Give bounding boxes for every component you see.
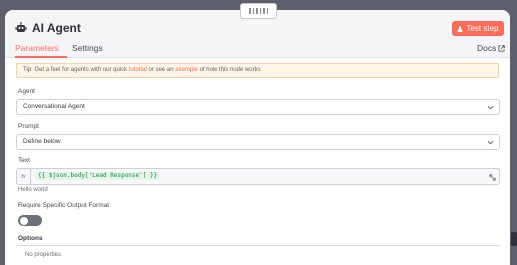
text-label: Text: [18, 157, 30, 164]
robot-icon: [15, 22, 27, 32]
expression-value: {{ $json.body['Lead Response'] }}: [36, 172, 160, 180]
chevron-down-icon: [487, 105, 494, 110]
active-tab-indicator: [15, 56, 67, 58]
node-panel: AI Agent Test step Parameters Settings D…: [5, 10, 510, 265]
tip-banner: Tip: Get a feel for agents with our quic…: [16, 63, 499, 78]
tip-prefix: Tip: Get a feel for agents with our quic…: [23, 67, 129, 73]
tip-middle: or see an: [146, 67, 176, 73]
prompt-select-value: Define below: [23, 138, 61, 145]
expand-icon[interactable]: [489, 174, 496, 181]
prompt-select[interactable]: Define below: [16, 134, 500, 150]
options-heading: Options: [18, 235, 43, 242]
toggle-knob: [19, 216, 28, 225]
drag-handle[interactable]: [240, 3, 277, 19]
agent-label: Agent: [18, 88, 35, 95]
no-properties-text: No properties: [25, 252, 62, 258]
options-divider: [16, 245, 500, 246]
output-format-label: Require Specific Output Format: [18, 202, 110, 209]
flask-icon: [457, 26, 464, 32]
agent-select-value: Conversational Agent: [23, 103, 85, 110]
docs-label: Docs: [477, 43, 497, 53]
tutorial-link[interactable]: tutorial: [129, 67, 147, 73]
agent-select[interactable]: Conversational Agent: [16, 99, 500, 115]
chevron-down-icon: [487, 140, 494, 145]
fx-icon: fx: [17, 169, 31, 184]
node-title: AI Agent: [32, 21, 81, 35]
docs-link[interactable]: Docs: [477, 43, 506, 53]
tab-parameters[interactable]: Parameters: [15, 43, 59, 53]
text-expression-input[interactable]: fx {{ $json.body['Lead Response'] }}: [16, 168, 500, 185]
prompt-label: Prompt: [18, 123, 39, 130]
scrollbar[interactable]: [511, 232, 517, 246]
tip-suffix: of how this node works: [197, 67, 261, 73]
example-link[interactable]: example: [175, 67, 198, 73]
expression-result-hint: Hello world: [18, 187, 48, 193]
external-link-icon: [498, 44, 506, 52]
test-step-button[interactable]: Test step: [452, 21, 504, 36]
test-step-label: Test step: [466, 24, 499, 33]
output-format-toggle[interactable]: [18, 215, 42, 226]
tab-settings[interactable]: Settings: [72, 43, 103, 53]
